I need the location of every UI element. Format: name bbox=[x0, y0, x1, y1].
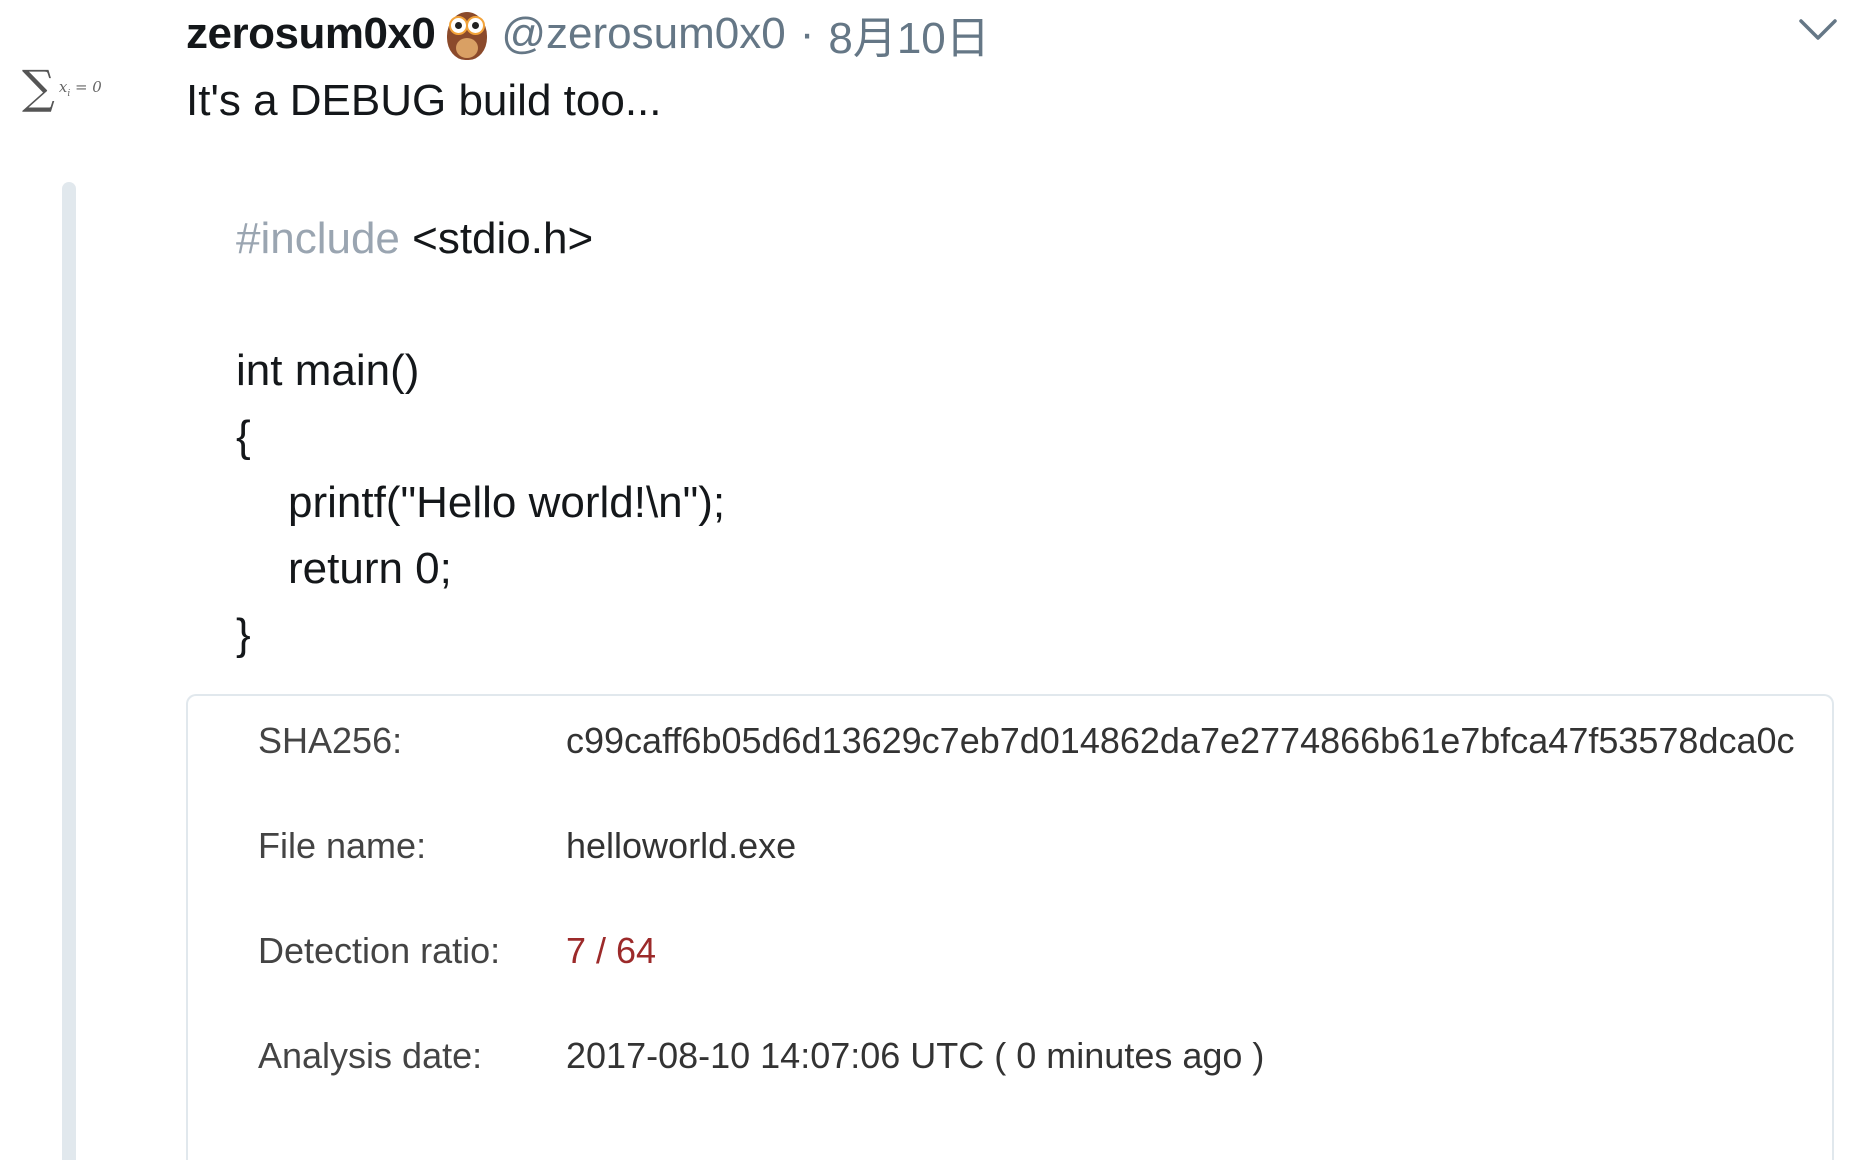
include-keyword: #include bbox=[236, 214, 400, 263]
include-header: <stdio.h> bbox=[399, 214, 594, 263]
vt-row-filename: File name: helloworld.exe bbox=[258, 821, 796, 871]
code-block: #include <stdio.h> int main() { printf("… bbox=[236, 206, 725, 668]
chevron-down-icon bbox=[1799, 19, 1837, 40]
owl-icon bbox=[447, 8, 488, 60]
vt-row-detection: Detection ratio: 7 / 64 bbox=[258, 926, 656, 976]
vt-label: SHA256: bbox=[258, 720, 403, 761]
vt-value-detection-ratio: 7 / 64 bbox=[566, 930, 657, 971]
code-line-include: #include <stdio.h> bbox=[236, 206, 725, 272]
virustotal-card[interactable]: SHA256: c99caff6b05d6d13629c7eb7d014862d… bbox=[186, 694, 1834, 1160]
tweet: ∑ xi = 0 zerosum0x0 @zerosum0x0 · 8月10日 … bbox=[0, 0, 1866, 1160]
avatar-formula-icon: xi = 0 bbox=[58, 78, 102, 99]
vt-row-sha256: SHA256: c99caff6b05d6d13629c7eb7d014862d… bbox=[258, 716, 1795, 766]
tweet-header: zerosum0x0 @zerosum0x0 · 8月10日 bbox=[186, 6, 990, 63]
vt-value-analysis-date: 2017-08-10 14:07:06 UTC ( 0 minutes ago … bbox=[566, 1035, 1265, 1076]
vt-value-filename: helloworld.exe bbox=[566, 825, 797, 866]
vt-row-analysis-date: Analysis date: 2017-08-10 14:07:06 UTC (… bbox=[258, 1031, 1264, 1081]
vt-label: Analysis date: bbox=[258, 1035, 483, 1076]
vt-value-sha256: c99caff6b05d6d13629c7eb7d014862da7e27748… bbox=[566, 720, 1795, 761]
tweet-text: It's a DEBUG build too... bbox=[186, 76, 662, 125]
code-line: return 0; bbox=[288, 544, 452, 593]
code-line: { bbox=[236, 412, 251, 461]
user-handle[interactable]: @zerosum0x0 bbox=[501, 9, 785, 59]
vt-label: Detection ratio: bbox=[258, 930, 501, 971]
code-line: } bbox=[236, 610, 251, 659]
code-line: printf("Hello world!\n"); bbox=[288, 478, 726, 527]
sigma-avatar-icon: ∑ bbox=[22, 60, 55, 114]
tweet-menu-button[interactable] bbox=[1798, 16, 1838, 44]
vt-label: File name: bbox=[258, 825, 427, 866]
avatar[interactable]: ∑ xi = 0 bbox=[22, 64, 122, 134]
code-line: int main() bbox=[236, 346, 420, 395]
separator-dot: · bbox=[799, 9, 815, 58]
quote-bar bbox=[62, 182, 76, 1160]
display-name[interactable]: zerosum0x0 bbox=[186, 9, 436, 59]
tweet-date[interactable]: 8月10日 bbox=[828, 2, 989, 66]
